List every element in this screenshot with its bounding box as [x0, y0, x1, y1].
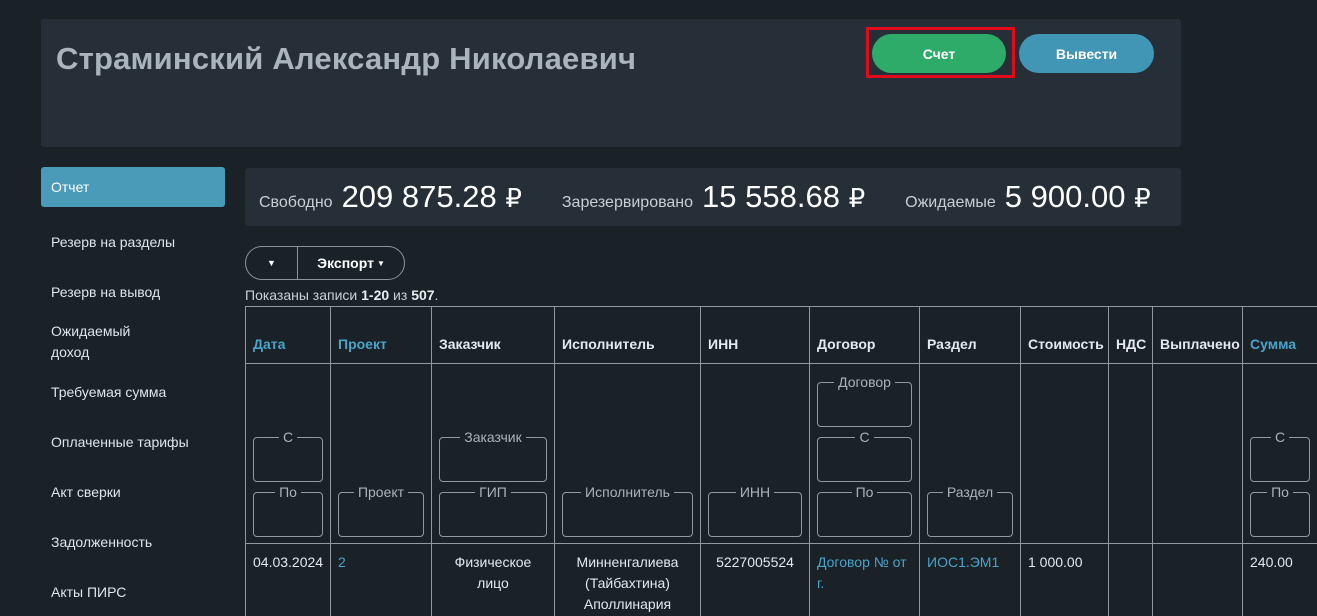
column-header-inn: ИНН [700, 306, 810, 364]
sidebar-item-label: Резерв на вывод [51, 283, 161, 300]
inn-filter[interactable]: ИНН [708, 484, 802, 537]
cell-project-link[interactable]: 2 [330, 543, 432, 616]
sidebar-item-label: Задолженность [51, 533, 153, 550]
sidebar-item-label: Требуемая сумма [51, 383, 167, 400]
sidebar-item-label: Акты ПИРС [51, 583, 127, 600]
column-header-date[interactable]: Дата [245, 306, 331, 364]
reserved-value: 15 558.68 ₽ [702, 179, 866, 214]
column-header-vat: НДС [1108, 306, 1153, 364]
sidebar-item-label: Ожидаемый доход [51, 323, 131, 360]
executor-filter[interactable]: Исполнитель [562, 484, 693, 537]
customer-filter[interactable]: Заказчик [439, 429, 547, 482]
gip-filter[interactable]: ГИП [439, 484, 547, 537]
report-table: Дата Проект Заказчик Исполнитель ИНН Дог… [245, 306, 1317, 616]
date-to-filter[interactable]: По [253, 484, 323, 537]
records-summary: Показаны записи 1-20 из 507. [245, 287, 439, 303]
sum-from-filter[interactable]: С [1250, 429, 1310, 482]
caret-down-icon: ▼ [267, 258, 276, 268]
free-label: Свободно [259, 194, 333, 211]
cell-section-link[interactable]: ИОС1.ЭМ1 [919, 543, 1021, 616]
cell-inn: 5227005524 [700, 543, 810, 616]
column-header-executor: Исполнитель [554, 306, 701, 364]
cell-date: 04.03.2024 [245, 543, 331, 616]
cell-customer: Физическое лицо [431, 543, 555, 616]
export-dropdown-button[interactable]: Экспорт ▼ [298, 247, 404, 279]
profile-header: Страминский Александр Николаевич Счет Вы… [41, 19, 1181, 147]
page-title: Страминский Александр Николаевич [56, 41, 637, 76]
withdraw-button[interactable]: Вывести [1019, 34, 1154, 73]
column-header-sum[interactable]: Сумма [1242, 306, 1317, 364]
column-header-cost: Стоимость [1020, 306, 1109, 364]
contract-from-filter[interactable]: С [817, 429, 912, 482]
column-header-project[interactable]: Проект [330, 306, 432, 364]
column-header-section: Раздел [919, 306, 1021, 364]
sidebar-item-label: Резерв на разделы [51, 233, 176, 250]
cell-paid [1152, 543, 1243, 616]
expected-label: Ожидаемые [905, 194, 996, 211]
reserved-label: Зарезервировано [561, 194, 694, 211]
sidebar-nav: Отчет Резерв на разделы Резерв на вывод … [41, 167, 225, 616]
cell-vat [1108, 543, 1153, 616]
table-row: 04.03.2024 2 Физическое лицо Минненгалие… [245, 543, 1317, 616]
expected-value: 5 900.00 ₽ [1004, 179, 1151, 214]
invoice-button[interactable]: Счет [872, 34, 1006, 73]
ruble-icon: ₽ [1134, 183, 1151, 213]
column-header-contract: Договор [809, 306, 920, 364]
caret-down-icon: ▼ [376, 258, 385, 268]
sidebar-item-label: Оплаченные тарифы [51, 433, 189, 450]
column-header-customer: Заказчик [431, 306, 555, 364]
cell-sum: 240.00 [1242, 543, 1317, 616]
project-filter[interactable]: Проект [338, 484, 424, 537]
sidebar-item-withdraw-reserve[interactable]: Резерв на вывод [41, 267, 225, 317]
cell-contract-link[interactable]: Договор № от г. [809, 543, 920, 616]
column-header-paid: Выплачено [1152, 306, 1243, 364]
sum-to-filter[interactable]: По [1250, 484, 1310, 537]
sidebar-item-required-sum[interactable]: Требуемая сумма [41, 367, 225, 417]
cell-cost: 1 000.00 [1020, 543, 1109, 616]
sidebar-item-debt[interactable]: Задолженность [41, 517, 225, 567]
section-filter[interactable]: Раздел [927, 484, 1013, 537]
ruble-icon: ₽ [505, 183, 522, 213]
cell-executor: Минненгалиева (Тайбахтина) Аполлинария [554, 543, 701, 616]
date-from-filter[interactable]: С [253, 429, 323, 482]
sidebar-item-label: Отчет [51, 178, 90, 195]
sidebar-item-report[interactable]: Отчет [41, 167, 225, 207]
columns-dropdown-button[interactable]: ▼ [246, 247, 298, 279]
balance-summary: Свободно 209 875.28 ₽ Зарезервировано 15… [245, 168, 1181, 226]
free-value: 209 875.28 ₽ [341, 179, 522, 214]
sidebar-item-reconciliation[interactable]: Акт сверки [41, 467, 225, 517]
sidebar-item-expected-income[interactable]: Ожидаемый доход [41, 317, 225, 367]
contract-filter[interactable]: Договор [817, 374, 912, 427]
ruble-icon: ₽ [848, 183, 866, 213]
sidebar-item-label: Акт сверки [51, 483, 121, 500]
sidebar-item-paid-tariffs[interactable]: Оплаченные тарифы [41, 417, 225, 467]
sidebar-item-section-reserve[interactable]: Резерв на разделы [41, 217, 225, 267]
table-toolbar: ▼ Экспорт ▼ [245, 246, 405, 280]
sidebar-item-pirs-acts[interactable]: Акты ПИРС [41, 567, 225, 616]
filter-row: С По Проект Заказчик ГИП Исполнитель ИНН… [245, 363, 1317, 544]
contract-to-filter[interactable]: По [817, 484, 912, 537]
